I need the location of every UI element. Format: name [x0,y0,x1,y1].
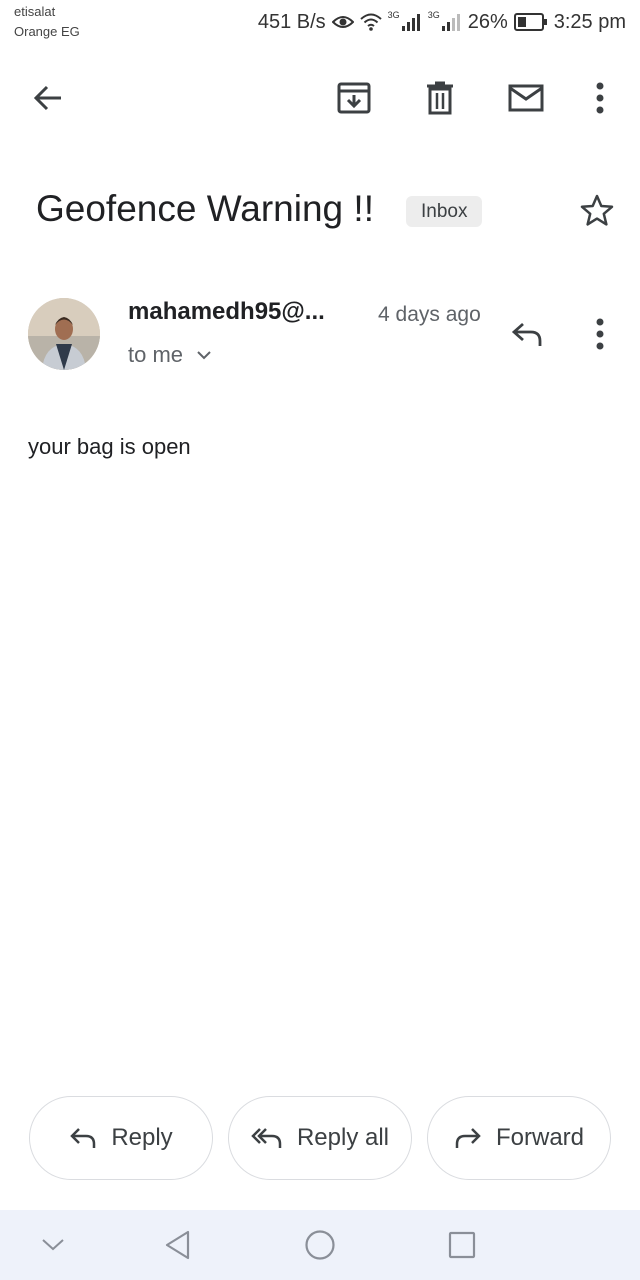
inbox-label-chip[interactable]: Inbox [406,196,483,227]
quick-reply-button[interactable] [503,310,551,358]
triangle-back-icon [165,1230,190,1260]
chevron-down-icon [197,350,211,359]
back-button[interactable] [24,74,72,122]
nav-home-button[interactable] [295,1220,345,1270]
sender-avatar[interactable] [28,298,100,370]
recipient-label: to me [128,342,184,367]
more-vert-icon [596,318,604,350]
reply-icon [70,1128,96,1148]
email-body: your bag is open [28,434,191,459]
forward-icon [455,1128,481,1148]
reply-button[interactable]: Reply [29,1096,213,1180]
more-options-button[interactable] [576,74,624,122]
email-subject: Geofence Warning !! [36,188,374,229]
nav-hide-button[interactable] [28,1220,78,1270]
signal-icon [441,13,462,31]
trash-icon [427,81,453,115]
reply-label: Reply [111,1124,173,1151]
wifi-icon [360,13,382,31]
net-speed: 451 B/s [257,10,326,33]
sim1-type: 3G [387,10,400,20]
circle-home-icon [305,1230,335,1260]
nav-recents-button[interactable] [437,1220,487,1270]
eye-icon [331,14,354,30]
forward-label: Forward [495,1124,585,1151]
status-icons: 451 B/s 3G 3G 26% 3:25 pm [258,8,626,36]
delete-button[interactable] [416,74,464,122]
message-more-button[interactable] [576,310,624,358]
mail-icon [508,84,544,112]
archive-button[interactable] [330,74,378,122]
battery-level: 26% [467,10,508,33]
sender-name[interactable]: mahamedh95@... [128,298,325,326]
forward-button[interactable]: Forward [427,1096,611,1180]
reply-icon [511,322,542,346]
more-vert-icon [596,82,604,114]
chevron-down-icon [42,1239,64,1251]
carrier-1: etisalat [14,4,56,19]
reply-all-button[interactable]: Reply all [228,1096,412,1180]
reply-all-icon [251,1128,282,1148]
star-icon [580,194,614,226]
recipient-details-toggle[interactable]: to me [128,342,211,368]
person-photo [28,298,100,370]
star-button[interactable] [573,186,621,234]
nav-back-button[interactable] [152,1220,202,1270]
carrier-2: Orange EG [14,24,80,39]
square-recents-icon [448,1231,476,1259]
battery-icon [513,13,548,31]
archive-icon [337,82,371,114]
sim2-type: 3G [427,10,440,20]
mark-unread-button[interactable] [502,74,550,122]
email-time: 4 days ago [378,303,481,326]
signal-icon [401,13,422,31]
arrow-back-icon [33,85,61,111]
clock: 3:25 pm [553,10,626,33]
reply-all-label: Reply all [296,1124,390,1151]
